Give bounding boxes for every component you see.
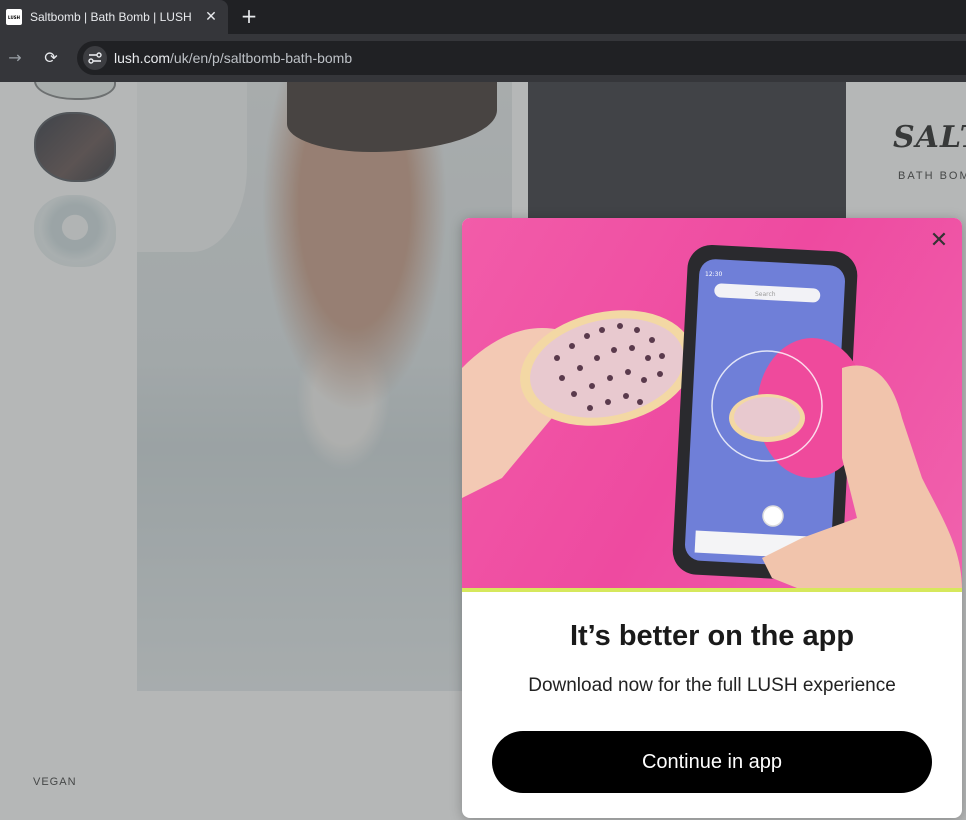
phone-bath-bomb-top-shape	[734, 397, 800, 437]
tab-strip: LUSH Saltbomb | Bath Bomb | LUSH ✕ +	[0, 0, 966, 34]
continue-in-app-button[interactable]: Continue in app	[492, 731, 932, 793]
modal-image-edge	[462, 588, 962, 592]
close-icon[interactable]: ✕	[926, 228, 952, 254]
url-text: lush.com/uk/en/p/saltbomb-bath-bomb	[114, 50, 352, 66]
url-host: lush.com	[114, 50, 171, 66]
site-info-icon[interactable]	[83, 46, 107, 70]
app-promo-image: Search 12:30	[462, 218, 962, 590]
modal-subtitle: Download now for the full LUSH experienc…	[528, 675, 896, 696]
phone-time: 12:30	[705, 271, 722, 278]
modal-title: It’s better on the app	[569, 620, 855, 652]
lush-favicon-icon: LUSH	[6, 9, 22, 25]
camera-shutter-icon	[762, 505, 784, 527]
browser-toolbar: → ⟳ lush.com/uk/en/p/saltbomb-bath-bomb	[0, 34, 966, 82]
tab-title: Saltbomb | Bath Bomb | LUSH	[30, 10, 192, 24]
forward-arrow-icon[interactable]: →	[3, 46, 27, 70]
url-path: /uk/en/p/saltbomb-bath-bomb	[170, 50, 353, 66]
address-bar[interactable]: lush.com/uk/en/p/saltbomb-bath-bomb	[77, 41, 966, 75]
new-tab-icon[interactable]: +	[238, 5, 260, 27]
reload-icon[interactable]: ⟳	[39, 46, 63, 70]
tab-close-icon[interactable]: ✕	[202, 8, 220, 26]
phone-search-placeholder: Search	[755, 291, 776, 298]
tab-active[interactable]: LUSH Saltbomb | Bath Bomb | LUSH ✕	[0, 0, 228, 34]
app-promo-modal: Search 12:30 ✕ It’s better on the app Do…	[462, 218, 962, 818]
app-promo-illustration: Search 12:30	[462, 245, 962, 590]
